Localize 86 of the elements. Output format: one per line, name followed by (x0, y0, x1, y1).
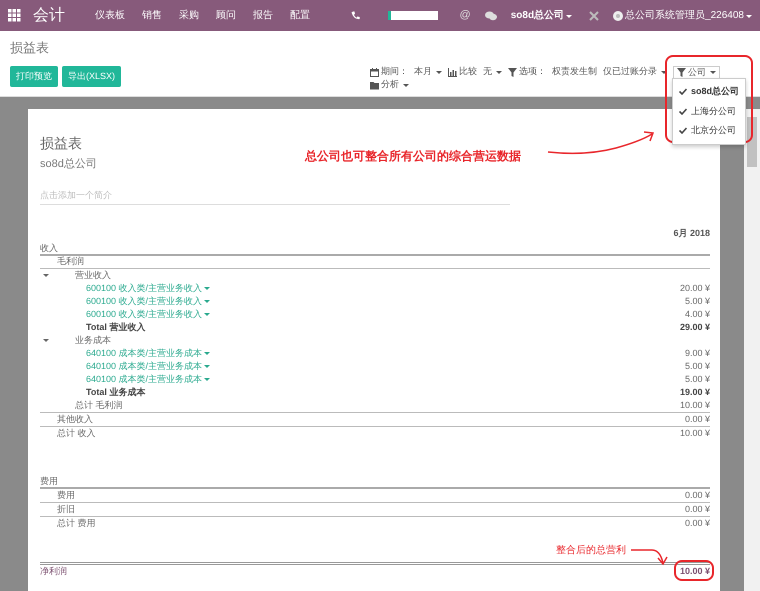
amount-cell: 5.00 ¥ (684, 360, 710, 372)
app-title: 会计 (33, 6, 65, 26)
caret-icon (746, 15, 752, 18)
filter-dropdown[interactable]: 比较 无 (448, 66, 502, 78)
user-menu[interactable]: 总公司系统管理员_226408 (625, 8, 752, 23)
amount-cell: 29.00 ¥ (680, 320, 710, 334)
account-link[interactable]: 600100 收入类/主营业务收入 (86, 294, 202, 308)
net-profit-label: 净利润 (40, 565, 67, 578)
total-label: Total 业务成本 (86, 386, 146, 398)
avatar-icon (613, 10, 624, 20)
group-label[interactable]: 业务成本 (75, 334, 111, 346)
caret-icon (204, 352, 210, 354)
account-link[interactable]: 640100 成本类/主营业务成本 (86, 372, 202, 386)
caret-icon[interactable] (43, 338, 49, 342)
amount-cell: 4.00 ¥ (684, 308, 710, 320)
bar-chart-icon (448, 68, 457, 76)
tools-icon (589, 10, 600, 20)
caret-icon (204, 364, 210, 368)
caret-icon (436, 70, 442, 74)
group-label[interactable]: 营业收入 (75, 268, 111, 282)
amount-cell: 9.00 ¥ (684, 346, 710, 360)
apps-menu-icon[interactable] (8, 9, 21, 22)
dropdown-item[interactable]: 北京分公司 (673, 121, 745, 140)
total-label: Total 营业收入 (86, 320, 146, 334)
scrollbar[interactable] (744, 109, 760, 591)
caret-icon (403, 84, 409, 86)
mention-icon[interactable]: @ (460, 7, 471, 24)
caret-icon (661, 70, 667, 74)
indicator-bar (388, 11, 438, 20)
account-link[interactable]: 640100 成本类/主营业务成本 (86, 346, 202, 360)
highlight-frame (674, 560, 714, 581)
menu-item[interactable]: 销售 (142, 8, 162, 23)
section-heading: 收入 (40, 242, 58, 254)
section-heading: 费用 (40, 474, 58, 488)
report-title: 损益表 (40, 134, 82, 153)
filter-dropdown[interactable]: 期间： 本月 (370, 66, 442, 78)
caret-icon (204, 286, 210, 290)
phone-icon (350, 11, 360, 20)
line-label: 其他收入 (57, 412, 93, 426)
line-label: 总计 费用 (57, 516, 96, 530)
caret-icon (204, 378, 210, 380)
menu-item[interactable]: 顾问 (216, 8, 236, 23)
menu-item[interactable]: 采购 (179, 8, 199, 23)
dropdown-item[interactable]: 上海分公司 (673, 102, 745, 121)
caret-icon (566, 15, 572, 18)
company-switcher[interactable]: so8d总公司 (510, 8, 572, 23)
chat-icon (484, 10, 497, 20)
annotation-text: 整合后的总营利 (556, 544, 626, 558)
company-filter[interactable]: 公司 (673, 66, 720, 78)
filter-icon (508, 68, 517, 76)
amount-cell: 20.00 ¥ (680, 282, 710, 294)
account-link[interactable]: 600100 收入类/主营业务收入 (86, 308, 202, 320)
amount-cell: 10.00 ¥ (680, 565, 710, 578)
column-header: 6月 2018 (673, 227, 710, 240)
caret-icon (204, 312, 210, 316)
caret-icon[interactable] (43, 274, 49, 276)
menu-item[interactable]: 报告 (253, 8, 273, 23)
line-label: 折旧 (57, 502, 75, 516)
caret-icon (710, 71, 716, 74)
amount-cell: 0.00 ¥ (684, 516, 710, 530)
amount-cell: 0.00 ¥ (684, 502, 710, 516)
amount-cell: 0.00 ¥ (684, 412, 710, 426)
account-link[interactable]: 640100 成本类/主营业务成本 (86, 360, 202, 372)
amount-cell: 10.00 ¥ (680, 426, 710, 440)
line-label: 费用 (57, 488, 75, 502)
calendar-icon (370, 68, 379, 76)
menu-item[interactable]: 仪表板 (95, 8, 125, 23)
caret-icon (496, 70, 502, 74)
line-label: 总计 毛利润 (75, 398, 123, 412)
line-label: 总计 收入 (57, 426, 96, 440)
annotation-text: 总公司也可整合所有公司的综合营运数据 (305, 148, 521, 165)
amount-cell: 19.00 ¥ (680, 386, 710, 398)
caret-icon (204, 300, 210, 302)
company-name: so8d总公司 (40, 157, 97, 172)
breadcrumb: 损益表 (10, 39, 50, 57)
menu-item[interactable]: 配置 (290, 8, 310, 23)
folder-icon (370, 80, 379, 90)
amount-cell: 10.00 ¥ (680, 398, 710, 412)
filter-dropdown[interactable]: 选项： 权责发生制 仅已过账分录 (508, 66, 667, 78)
group-label: 毛利润 (57, 255, 84, 268)
amount-cell: 5.00 ¥ (684, 294, 710, 308)
filter-dropdown[interactable]: 分析 (370, 78, 409, 92)
amount-cell: 5.00 ¥ (684, 372, 710, 386)
amount-cell: 0.00 ¥ (684, 488, 710, 502)
account-link[interactable]: 600100 收入类/主营业务收入 (86, 282, 202, 294)
dropdown-item[interactable]: so8d总公司 (673, 82, 745, 102)
